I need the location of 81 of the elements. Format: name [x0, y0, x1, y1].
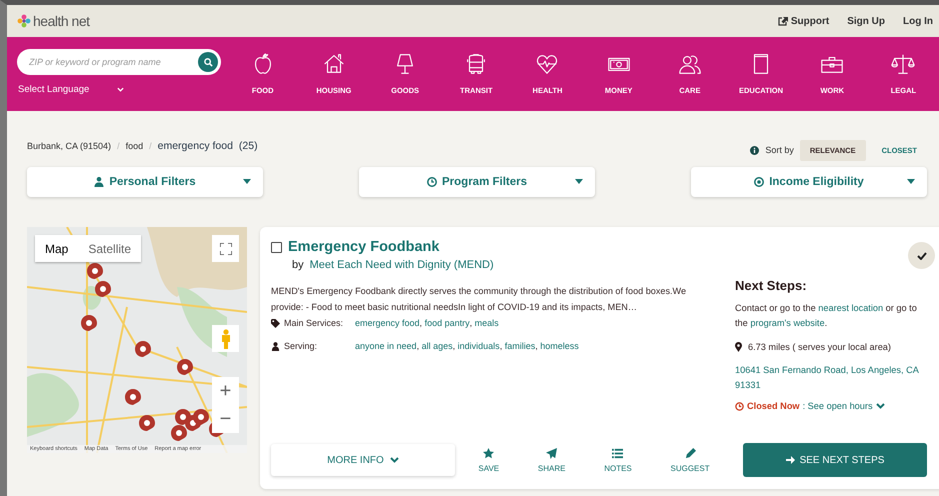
- tag-link[interactable]: anyone in need: [355, 341, 417, 351]
- separator: ,: [420, 318, 422, 328]
- see-next-steps-button[interactable]: SEE NEXT STEPS: [743, 443, 927, 477]
- caret-icon: [575, 179, 583, 184]
- mark-done-button[interactable]: [908, 242, 935, 269]
- fullscreen-button[interactable]: [212, 235, 239, 262]
- action-button[interactable]: SAVE: [478, 448, 500, 472]
- clock-icon: [427, 177, 437, 187]
- field-label: Main Services:: [284, 318, 344, 328]
- tag-link[interactable]: homeless: [540, 341, 579, 351]
- address-link[interactable]: 10641 San Fernando Road, Los Angeles, CA 91331: [735, 363, 927, 393]
- select-checkbox[interactable]: [271, 242, 282, 252]
- star-icon: [483, 448, 494, 458]
- arrow-right-icon: [786, 456, 795, 464]
- tag-link[interactable]: meals: [474, 318, 499, 328]
- open-status: Closed Now: [747, 401, 800, 411]
- pencil-icon: [684, 448, 696, 458]
- separator: ,: [500, 341, 502, 351]
- tag-icon: [271, 318, 280, 328]
- breadcrumb-separator: /: [149, 141, 152, 151]
- field-label: Serving:: [284, 341, 318, 351]
- text-link[interactable]: program's website: [750, 318, 825, 328]
- list-icon: [612, 448, 624, 458]
- person-icon: [271, 342, 280, 350]
- action-button[interactable]: NOTES: [604, 448, 632, 472]
- breadcrumb-link[interactable]: food: [126, 141, 144, 151]
- logo-icon: [17, 14, 31, 28]
- separator: ,: [535, 341, 538, 351]
- fullscreen-icon: [220, 242, 232, 254]
- info-icon: [750, 146, 760, 154]
- tag-link[interactable]: food pantry: [424, 318, 470, 328]
- tag-link[interactable]: emergency food: [355, 318, 420, 328]
- filter-dropdown[interactable]: Income Eligibility: [691, 167, 927, 197]
- coin-icon: [754, 177, 764, 187]
- open-hours-link[interactable]: : See open hours: [802, 401, 873, 411]
- header-link[interactable]: Support: [778, 16, 830, 26]
- header-link[interactable]: Sign Up: [847, 16, 885, 26]
- program-description: MEND's Emergency Foodbank directly serves the community through the distribution of food boxes.We provide: - Food to meet basic nutritional needsIn light of COVID-19 and its impacts, MEN…: [271, 285, 688, 314]
- next-steps-heading: Next Steps:: [735, 278, 808, 293]
- pegman-icon: [220, 328, 230, 348]
- separator: ,: [416, 341, 420, 351]
- map-type-tab[interactable]: Map: [35, 235, 78, 262]
- chevron-down-icon: [117, 87, 124, 92]
- search-bar[interactable]: ZIP or keyword or program name: [17, 49, 221, 75]
- chevron-down-icon: [390, 457, 399, 463]
- map-type-tab[interactable]: Satellite: [78, 235, 142, 262]
- check-icon: [916, 252, 926, 260]
- location-pin-icon: [735, 342, 742, 352]
- filter-dropdown[interactable]: Personal Filters: [27, 167, 263, 197]
- more-info-button[interactable]: MORE INFO: [271, 444, 455, 476]
- language-select[interactable]: Select Language: [17, 84, 124, 95]
- chevron-down-icon: [876, 403, 885, 409]
- search-button[interactable]: [198, 52, 218, 72]
- paper-plane-icon: [546, 448, 558, 458]
- tag-link[interactable]: families: [504, 341, 536, 351]
- filter-dropdown[interactable]: Program Filters: [359, 167, 595, 197]
- logo-text: health net: [33, 13, 90, 29]
- search-icon: [204, 58, 212, 66]
- by-label: by: [292, 259, 304, 271]
- tag-link[interactable]: individuals: [458, 341, 500, 351]
- external-link-icon: [778, 16, 788, 26]
- header-link[interactable]: Log In: [903, 16, 933, 26]
- caret-icon: [243, 179, 251, 184]
- tag-link[interactable]: all ages: [422, 341, 453, 351]
- breadcrumb-separator: /: [117, 141, 120, 151]
- search-field[interactable]: ZIP or keyword or program name: [29, 52, 189, 72]
- action-button[interactable]: SHARE: [538, 448, 566, 472]
- program-title[interactable]: Emergency Foodbank: [288, 239, 440, 255]
- breadcrumb-current: emergency food: [158, 140, 233, 152]
- distance-text: 6.73 miles ( serves your local area): [748, 342, 891, 352]
- person-icon: [94, 177, 104, 187]
- separator: ,: [452, 341, 456, 351]
- caret-icon: [907, 179, 915, 184]
- text-link[interactable]: nearest location: [818, 303, 884, 313]
- next-steps-text: Contact or go to the nearest location or go to the program's website.: [735, 302, 918, 330]
- sort-label: Sort by: [765, 145, 794, 155]
- separator: ,: [470, 318, 472, 328]
- action-button[interactable]: SUGGEST: [670, 448, 710, 472]
- provider-link[interactable]: Meet Each Need with Dignity (MEND): [310, 259, 494, 271]
- breadcrumb-link[interactable]: Burbank, CA (91504): [27, 141, 112, 151]
- result-count: (25): [238, 140, 258, 152]
